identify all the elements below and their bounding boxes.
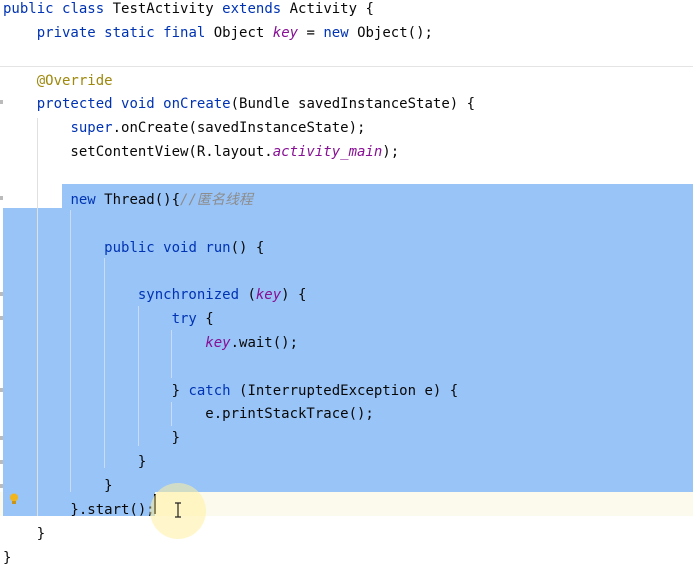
code-token: setContentView(R.layout.	[3, 144, 273, 161]
code-token: }	[3, 382, 189, 399]
code-token: protected	[36, 96, 122, 113]
code-token: }.start();	[3, 501, 155, 518]
code-token: onCreate	[163, 96, 231, 113]
code-line[interactable]: public void run() {	[3, 236, 264, 260]
code-token: //匿名线程	[180, 191, 253, 208]
code-line[interactable]: try {	[3, 307, 214, 331]
code-line[interactable]: synchronized (key) {	[3, 283, 307, 307]
code-token: () {	[230, 239, 265, 256]
code-line[interactable]: key.wait();	[3, 331, 298, 355]
code-token: }	[3, 478, 113, 494]
code-token: public	[104, 239, 164, 256]
code-token: new	[323, 24, 358, 41]
code-token: void	[163, 239, 206, 256]
code-token: Activity {	[289, 1, 374, 17]
code-token: );	[382, 144, 400, 161]
code-token: =	[298, 24, 324, 41]
code-line[interactable]: @Override	[3, 69, 113, 93]
code-token: final	[163, 24, 214, 41]
code-editor[interactable]: public class TestActivity extends Activi…	[0, 0, 693, 566]
code-token: catch	[188, 382, 240, 399]
code-token: void	[121, 96, 164, 113]
code-token: run	[205, 239, 231, 256]
code-token: key	[272, 24, 299, 41]
code-token: Object	[213, 24, 273, 41]
code-token: key	[205, 334, 231, 351]
code-token: }	[3, 549, 12, 566]
code-line[interactable]: new Thread(){//匿名线程	[3, 188, 253, 212]
code-token: {	[205, 311, 214, 328]
code-token: Object();	[357, 24, 433, 41]
code-line[interactable]: }	[3, 522, 45, 546]
code-token: activity_main	[272, 144, 383, 161]
code-token: }	[3, 454, 147, 471]
code-line[interactable]: }	[3, 546, 11, 570]
code-token: Thread(){	[104, 191, 181, 208]
code-line[interactable]: }	[3, 426, 180, 450]
code-token: public	[3, 1, 63, 17]
code-token: try	[171, 311, 206, 328]
code-token: (Bundle savedInstanceState) {	[230, 96, 476, 113]
code-token: synchronized	[137, 287, 248, 304]
code-line[interactable]: }.start();	[3, 498, 155, 522]
code-token: private	[36, 24, 105, 41]
code-token: .wait();	[230, 334, 299, 351]
code-line[interactable]: super.onCreate(savedInstanceState);	[3, 116, 365, 140]
method-separator	[0, 66, 693, 67]
code-token: (	[247, 287, 256, 304]
code-token: .onCreate(savedInstanceState);	[112, 120, 366, 137]
code-token: key	[255, 287, 282, 304]
code-token: }	[3, 430, 181, 447]
code-token: @Override	[36, 72, 113, 89]
code-token: TestActivity	[112, 1, 223, 17]
code-line[interactable]: e.printStackTrace();	[3, 402, 374, 426]
code-token: static	[104, 24, 164, 41]
code-token: new	[70, 191, 105, 208]
code-token: class	[62, 1, 113, 17]
code-line[interactable]: protected void onCreate(Bundle savedInst…	[3, 92, 475, 116]
code-token: super	[70, 120, 113, 137]
code-token: ) {	[281, 287, 307, 304]
code-line[interactable]: }	[3, 474, 113, 498]
code-line[interactable]: private static final Object key = new Ob…	[3, 21, 433, 45]
lightbulb-icon[interactable]	[9, 493, 19, 505]
code-token: }	[3, 525, 46, 542]
text-cursor-icon	[175, 502, 181, 518]
code-line[interactable]: public class TestActivity extends Activi…	[3, 0, 374, 21]
code-token: e.printStackTrace();	[3, 406, 374, 423]
code-token: extends	[222, 1, 290, 17]
code-token: (InterruptedException e) {	[239, 382, 459, 399]
code-line[interactable]: setContentView(R.layout.activity_main);	[3, 140, 399, 164]
code-line[interactable]: }	[3, 450, 146, 474]
code-line[interactable]: } catch (InterruptedException e) {	[3, 379, 459, 403]
